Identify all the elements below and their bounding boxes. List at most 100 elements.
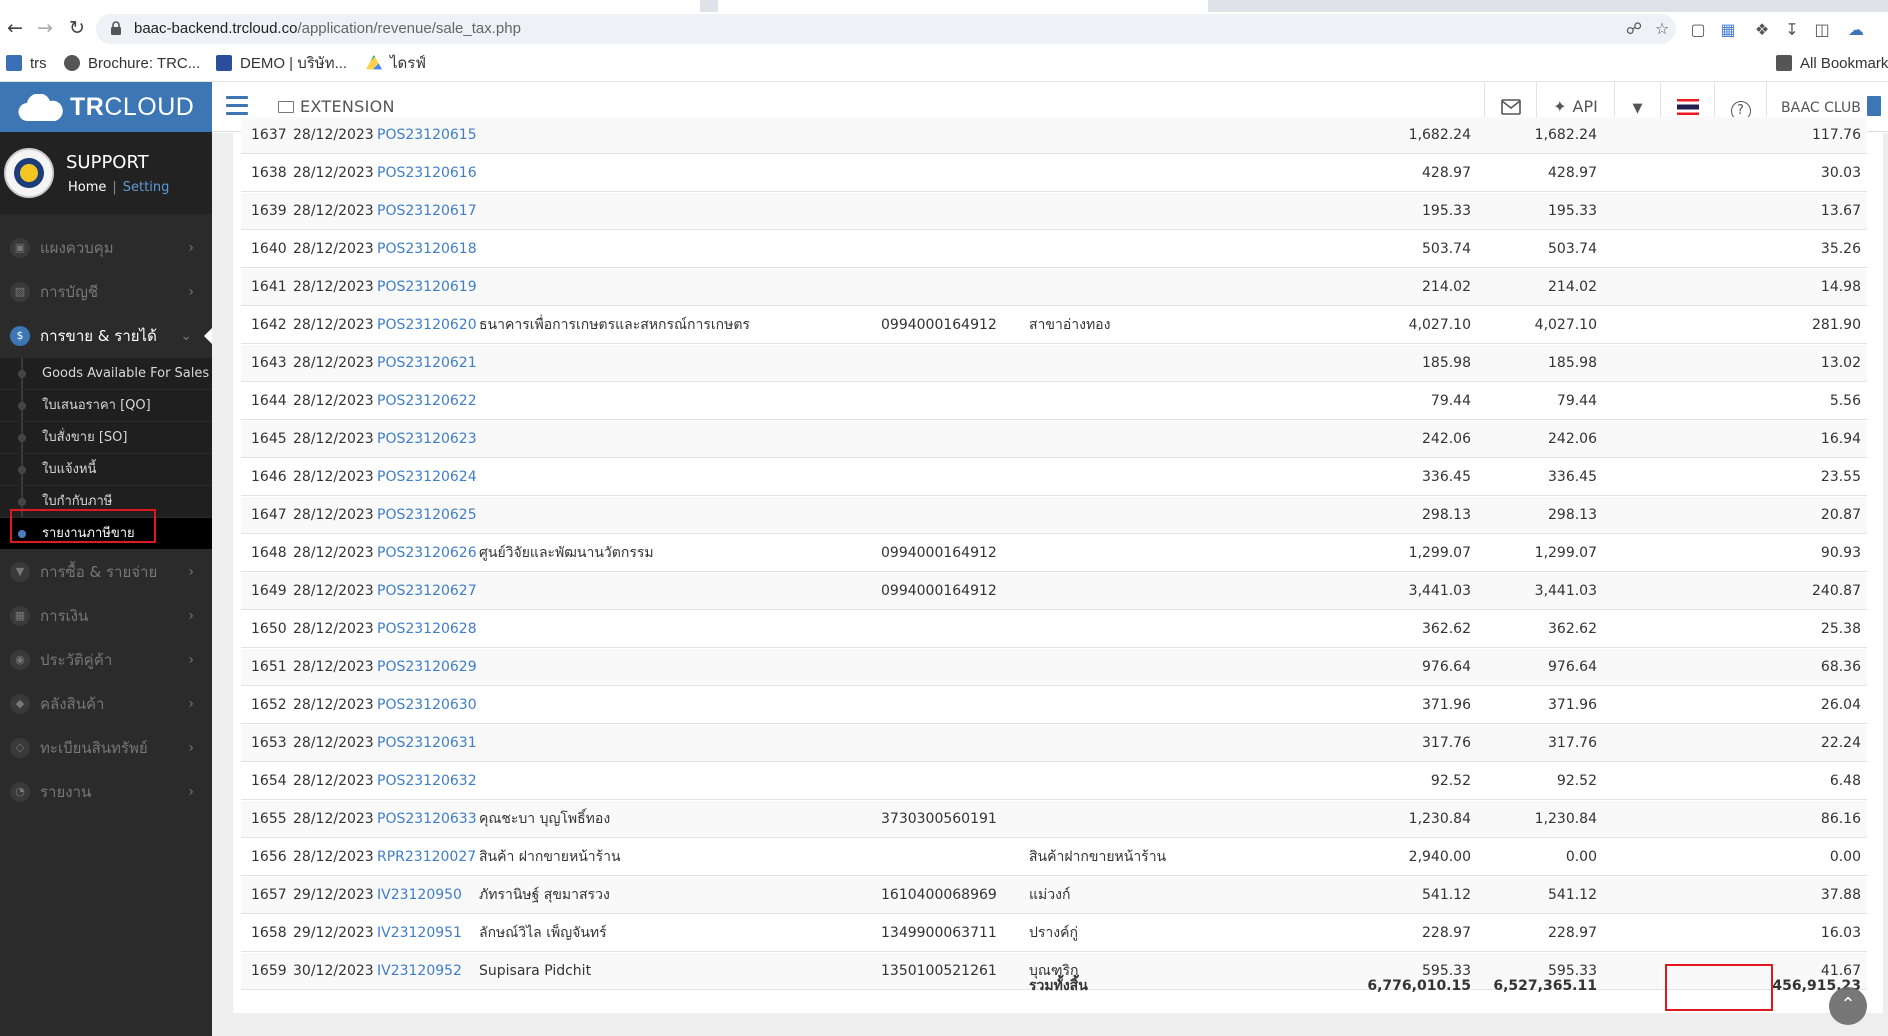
sidebar-item-purchase-expense[interactable]: ▼ การซื้อ & รายจ่าย › (0, 550, 212, 594)
submenu-sales-order[interactable]: ใบสั่งขาย [SO] (0, 422, 212, 454)
row-document-link[interactable]: POS23120621 (377, 345, 477, 382)
puzzle-icon[interactable]: ❖ (1752, 20, 1772, 40)
row-document-link[interactable]: POS23120619 (377, 269, 477, 306)
extension-chat-icon[interactable]: ▢ (1688, 20, 1708, 40)
scroll-to-top-button[interactable]: ⌃ (1829, 987, 1867, 1025)
row-vat: 6.48 (1829, 773, 1861, 789)
sidebar-item-contacts[interactable]: ◉ ประวัติคู่ค้า › (0, 638, 212, 682)
row-document-link[interactable]: POS23120617 (377, 193, 477, 230)
bookmark-brochure[interactable]: Brochure: TRC... (64, 46, 200, 82)
table-row: 1654 28/12/2023 POS23120632 92.52 92.52 6.48 (241, 763, 1867, 800)
share-icon[interactable]: ☍ (1624, 19, 1644, 39)
row-document-link[interactable]: POS23120627 (377, 573, 477, 610)
row-document-link[interactable]: POS23120630 (377, 687, 477, 724)
bookmark-favicon-icon (216, 55, 232, 71)
all-bookmarks[interactable]: All Bookmarks (1776, 46, 1888, 82)
translate-icon[interactable]: ▦ (1718, 20, 1738, 40)
cloud-extension-icon[interactable]: ☁ (1846, 20, 1866, 40)
side-panel-icon[interactable]: ◫ (1812, 20, 1832, 40)
bookmark-drive[interactable]: ไดรฟ์ (366, 46, 426, 82)
profile-links: Home | Setting (68, 180, 170, 195)
menu-toggle-icon[interactable] (226, 96, 248, 116)
row-base-amount: 92.52 (1556, 773, 1597, 789)
submenu-quotation[interactable]: ใบเสนอราคา [QO] (0, 390, 212, 422)
row-document-link[interactable]: POS23120616 (377, 155, 477, 192)
row-amount: 2,940.00 (1408, 849, 1471, 865)
row-document-link[interactable]: POS23120618 (377, 231, 477, 268)
row-document-link[interactable]: POS23120615 (377, 117, 477, 154)
row-date: 28/12/2023 (293, 355, 374, 371)
book-icon: ▧ (10, 282, 30, 302)
row-branch: สาขาอ่างทอง (1029, 317, 1111, 333)
row-document-link[interactable]: POS23120633 (377, 801, 477, 838)
bookmark-demo[interactable]: DEMO | บริษัท... (216, 46, 347, 82)
chevron-right-icon: › (188, 240, 194, 256)
address-bar[interactable]: baac-backend.trcloud.co/application/reve… (96, 14, 1676, 44)
row-number: 1656 (251, 849, 287, 865)
monitor-icon (278, 101, 294, 113)
row-amount: 185.98 (1422, 355, 1471, 371)
bookmark-star-icon[interactable]: ☆ (1652, 19, 1672, 39)
sidebar-item-finance[interactable]: ▦ การเงิน › (0, 594, 212, 638)
sidebar-item-sales-revenue[interactable]: $ การขาย & รายได้ ⌄ (0, 314, 212, 358)
row-number: 1655 (251, 811, 287, 827)
bookmark-favicon-icon (6, 55, 22, 71)
row-document-link[interactable]: POS23120631 (377, 725, 477, 762)
sidebar-item-inventory[interactable]: ◆ คลังสินค้า › (0, 682, 212, 726)
row-vat: 14.98 (1820, 279, 1861, 295)
row-date: 28/12/2023 (293, 203, 374, 219)
row-amount: 4,027.10 (1408, 317, 1471, 333)
sidebar-item-assets[interactable]: ◇ ทะเบียนสินทรัพย์ › (0, 726, 212, 770)
reload-icon[interactable]: ↻ (64, 15, 90, 41)
row-date: 29/12/2023 (293, 887, 374, 903)
home-link[interactable]: Home (68, 180, 106, 195)
table-row: 1644 28/12/2023 POS23120622 79.44 79.44 5.56 (241, 383, 1867, 420)
forward-arrow-icon[interactable]: → (32, 15, 58, 41)
row-document-link[interactable]: POS23120632 (377, 763, 477, 800)
row-vat: 117.76 (1812, 127, 1861, 143)
folder-icon (1776, 55, 1792, 71)
row-document-link[interactable]: IV23120951 (377, 915, 462, 952)
row-date: 28/12/2023 (293, 545, 374, 561)
chevron-right-icon: › (188, 696, 194, 712)
row-date: 28/12/2023 (293, 241, 374, 257)
back-arrow-icon[interactable]: ← (2, 15, 28, 41)
row-vat: 22.24 (1820, 735, 1861, 751)
row-vat: 30.03 (1820, 165, 1861, 181)
row-document-link[interactable]: POS23120622 (377, 383, 477, 420)
row-document-link[interactable]: IV23120950 (377, 877, 462, 914)
row-document-link[interactable]: POS23120625 (377, 497, 477, 534)
submenu-goods-available[interactable]: Goods Available For Sales (0, 358, 212, 390)
row-vat: 16.03 (1820, 925, 1861, 941)
sales-tax-report-panel: 1637 28/12/2023 POS23120615 1,682.24 1,682.2… (233, 117, 1883, 1013)
setting-link[interactable]: Setting (123, 180, 170, 195)
lock-icon (111, 21, 121, 35)
bookmark-trs[interactable]: trs (6, 46, 47, 82)
row-document-link[interactable]: RPR23120027 (377, 839, 476, 876)
row-document-link[interactable]: POS23120629 (377, 649, 477, 686)
row-amount: 1,682.24 (1408, 127, 1471, 143)
download-icon[interactable]: ↧ (1782, 20, 1802, 40)
avatar[interactable] (4, 148, 54, 198)
brand-logo[interactable]: TRCLOUD (0, 82, 212, 132)
row-document-link[interactable]: POS23120624 (377, 459, 477, 496)
total-amount: 6,776,010.15 (1367, 978, 1471, 994)
row-date: 28/12/2023 (293, 317, 374, 333)
row-document-link[interactable]: POS23120626 (377, 535, 477, 572)
row-document-link[interactable]: POS23120623 (377, 421, 477, 458)
row-number: 1643 (251, 355, 287, 371)
row-document-link[interactable]: POS23120620 (377, 307, 477, 344)
row-vat: 37.88 (1820, 887, 1861, 903)
row-date: 28/12/2023 (293, 849, 374, 865)
submenu-invoice[interactable]: ใบแจ้งหนี้ (0, 454, 212, 486)
row-customer-name: ภัทรานิษฐ์ สุขมาสรวง (479, 887, 610, 903)
row-number: 1650 (251, 621, 287, 637)
row-date: 28/12/2023 (293, 697, 374, 713)
caret-down-icon: ▼ (1632, 101, 1643, 116)
sidebar-item-accounting[interactable]: ▧ การบัญชี › (0, 270, 212, 314)
browser-tab-active[interactable] (0, 0, 700, 12)
browser-tab[interactable] (718, 0, 1208, 12)
sidebar-item-reports[interactable]: ◔ รายงาน › (0, 770, 212, 814)
row-document-link[interactable]: POS23120628 (377, 611, 477, 648)
sidebar-item-dashboard[interactable]: ▣ แผงควบคุม › (0, 226, 212, 270)
